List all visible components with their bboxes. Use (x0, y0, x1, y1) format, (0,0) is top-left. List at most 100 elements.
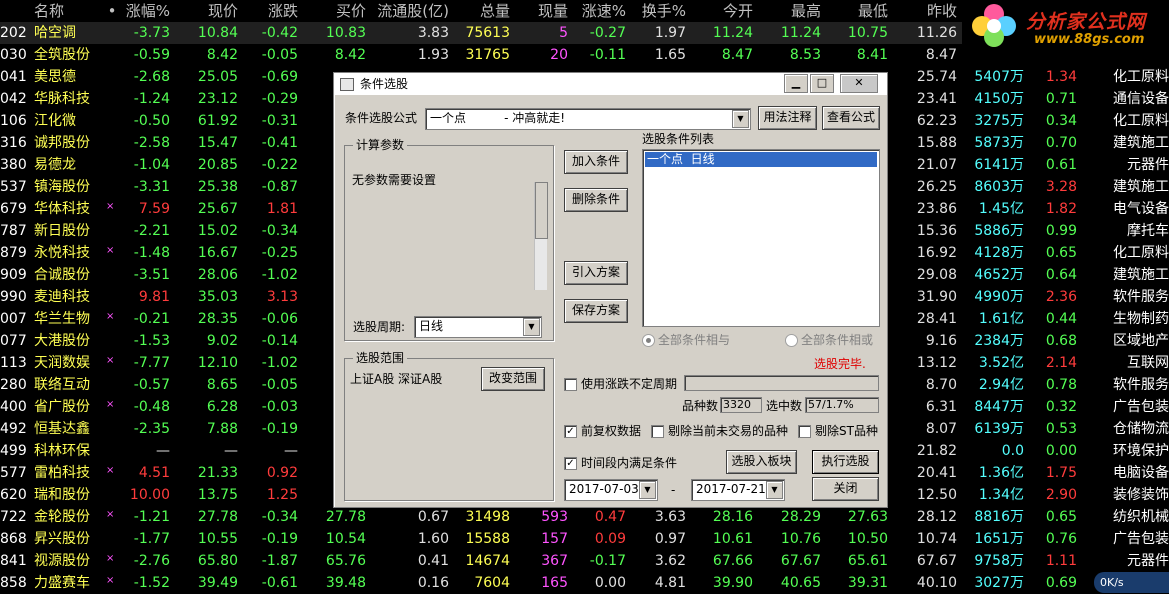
close-button[interactable]: ✕ (840, 74, 878, 93)
exclude-notrade-label[interactable]: 剔除当前未交易的品种 (668, 423, 788, 439)
delete-condition-button[interactable]: 删除条件 (564, 188, 628, 212)
cell-diff: -0.06 (261, 311, 298, 327)
table-row[interactable]: 841 视源股份 × -2.76 65.80 -1.87 65.76 0.41 14674 367… (0, 550, 1169, 572)
maximize-button[interactable]: □ (810, 74, 834, 93)
cell-prev: 25.74 (916, 69, 957, 85)
column-header[interactable]: 涨速% (572, 0, 626, 22)
column-header[interactable]: 最低 (826, 0, 888, 22)
calendar-dropdown-icon[interactable]: ▼ (766, 481, 783, 499)
change-range-button[interactable]: 改变范围 (481, 367, 545, 391)
formula-select[interactable]: 一个点 - 冲高就走! ▼ (425, 108, 751, 130)
cell-price: 16.67 (197, 245, 238, 261)
cell-price: 9.02 (206, 333, 238, 349)
date-from-picker[interactable]: 2017-07-03 ▼ (564, 479, 658, 501)
prefq-label[interactable]: 前复权数据 (581, 423, 641, 439)
cell-cap: 8816万 (974, 509, 1024, 525)
radio-and-label[interactable]: 全部条件相与 (658, 332, 730, 348)
radio-and[interactable] (642, 334, 655, 347)
cell-diff: -0.41 (261, 135, 298, 151)
cell-code: 492 (0, 421, 27, 437)
date-to-picker[interactable]: 2017-07-21 ▼ (691, 479, 785, 501)
exclude-st-label[interactable]: 剔除ST品种 (815, 423, 878, 439)
params-scrollbar[interactable] (534, 182, 548, 290)
column-header[interactable]: 总量 (452, 0, 510, 22)
prefq-checkbox[interactable]: ✓ (564, 425, 577, 438)
cell-pe: 0.65 (1045, 245, 1077, 261)
condition-list-item[interactable]: 一个点 日线 (645, 152, 877, 167)
cell-diff: 1.25 (266, 487, 298, 503)
add-condition-button[interactable]: 加入条件 (564, 150, 628, 174)
column-header[interactable]: 现量 (516, 0, 568, 22)
cell-price: 28.06 (197, 267, 238, 283)
cell-price: 65.80 (197, 553, 238, 569)
column-header[interactable]: 现价 (178, 0, 238, 22)
cell-price: 10.84 (197, 25, 238, 41)
cell-code: 077 (0, 333, 27, 349)
minimize-button[interactable]: ▁ (784, 74, 808, 93)
to-block-button[interactable]: 选股入板块 (726, 450, 797, 474)
close-dialog-button[interactable]: 关闭 (812, 477, 879, 501)
count-label: 品种数 (682, 399, 719, 413)
radio-or-label[interactable]: 全部条件相或 (801, 332, 873, 348)
column-header[interactable]: • (106, 0, 118, 22)
timerange-checkbox[interactable]: ✓ (564, 457, 577, 470)
cell-vol: 14674 (465, 553, 510, 569)
usage-notes-button[interactable]: 用法注释 (758, 106, 817, 130)
cell-pe: 0.00 (1045, 443, 1077, 459)
uncertain-period-label[interactable]: 使用涨跌不定周期 (581, 376, 677, 392)
cell-prev: 8.47 (925, 47, 957, 63)
period-value: 日线 (419, 319, 444, 333)
cell-pe: 0.68 (1045, 333, 1077, 349)
cell-prev: 20.41 (916, 465, 957, 481)
cell-name: 诚邦股份 (34, 135, 90, 151)
range-group: 选股范围 上证A股 深证A股 改变范围 (344, 350, 554, 501)
column-header[interactable]: 涨跌 (240, 0, 298, 22)
cell-ind: 元器件 (1127, 157, 1169, 173)
selected-field: 57/1.7% (805, 397, 879, 413)
calendar-dropdown-icon[interactable]: ▼ (639, 481, 656, 499)
exclude-st-checkbox[interactable] (798, 425, 811, 438)
cell-chg: -1.52 (133, 575, 170, 591)
cell-ind: 广告包装 (1113, 531, 1169, 547)
cell-cap: 2384万 (974, 333, 1024, 349)
column-header[interactable]: 买价 (300, 0, 366, 22)
column-header[interactable]: 换手% (630, 0, 686, 22)
column-header[interactable]: 流通股(亿) (376, 0, 449, 22)
chevron-down-icon[interactable]: ▼ (732, 110, 749, 128)
cell-low: 10.50 (847, 531, 888, 547)
chevron-down-icon[interactable]: ▼ (523, 318, 540, 336)
column-header[interactable]: 今开 (690, 0, 753, 22)
cell-cap: 9758万 (974, 553, 1024, 569)
condition-list[interactable]: 一个点 日线 (642, 149, 880, 327)
exclude-notrade-checkbox[interactable] (651, 425, 664, 438)
formula-value: 一个点 - 冲高就走! (430, 111, 566, 125)
view-formula-button[interactable]: 查看公式 (822, 106, 880, 130)
uncertain-period-checkbox[interactable] (564, 378, 577, 391)
save-scheme-button[interactable]: 保存方案 (564, 299, 628, 323)
cell-pe: 0.34 (1045, 113, 1077, 129)
dialog-titlebar[interactable]: 条件选股 ▁ □ ✕ (334, 73, 887, 95)
table-row[interactable]: 722 金轮股份 × -1.21 27.78 -0.34 27.78 0.67 31498 593… (0, 506, 1169, 528)
column-header[interactable]: 昨收 (892, 0, 957, 22)
period-select[interactable]: 日线 ▼ (414, 316, 542, 338)
uncertain-period-field[interactable] (684, 375, 879, 391)
column-header[interactable]: 名称 (34, 0, 104, 22)
execute-button[interactable]: 执行选股 (812, 450, 879, 474)
cell-price: 15.47 (197, 135, 238, 151)
cell-cur: 5 (559, 25, 568, 41)
cell-cap: 3.52亿 (978, 355, 1024, 371)
timerange-label[interactable]: 时间段内满足条件 (581, 455, 677, 471)
column-header[interactable]: 涨幅% (120, 0, 170, 22)
import-scheme-button[interactable]: 引入方案 (564, 261, 628, 285)
cell-open: 8.47 (721, 47, 753, 63)
cell-pe: 0.44 (1045, 311, 1077, 327)
column-header[interactable]: 最高 (760, 0, 821, 22)
scrollbar-thumb[interactable] (535, 182, 548, 239)
cell-cap: 6141万 (974, 157, 1024, 173)
cell-name: 华脉科技 (34, 91, 90, 107)
table-row[interactable]: 858 力盛赛车 × -1.52 39.49 -0.61 39.48 0.16 7604 165 0… (0, 572, 1169, 594)
cell-code: 106 (0, 113, 27, 129)
table-row[interactable]: 868 昇兴股份 -1.77 10.55 -0.19 10.54 1.60 15588 157 0… (0, 528, 1169, 550)
radio-or[interactable] (785, 334, 798, 347)
cell-mark: × (106, 553, 115, 564)
